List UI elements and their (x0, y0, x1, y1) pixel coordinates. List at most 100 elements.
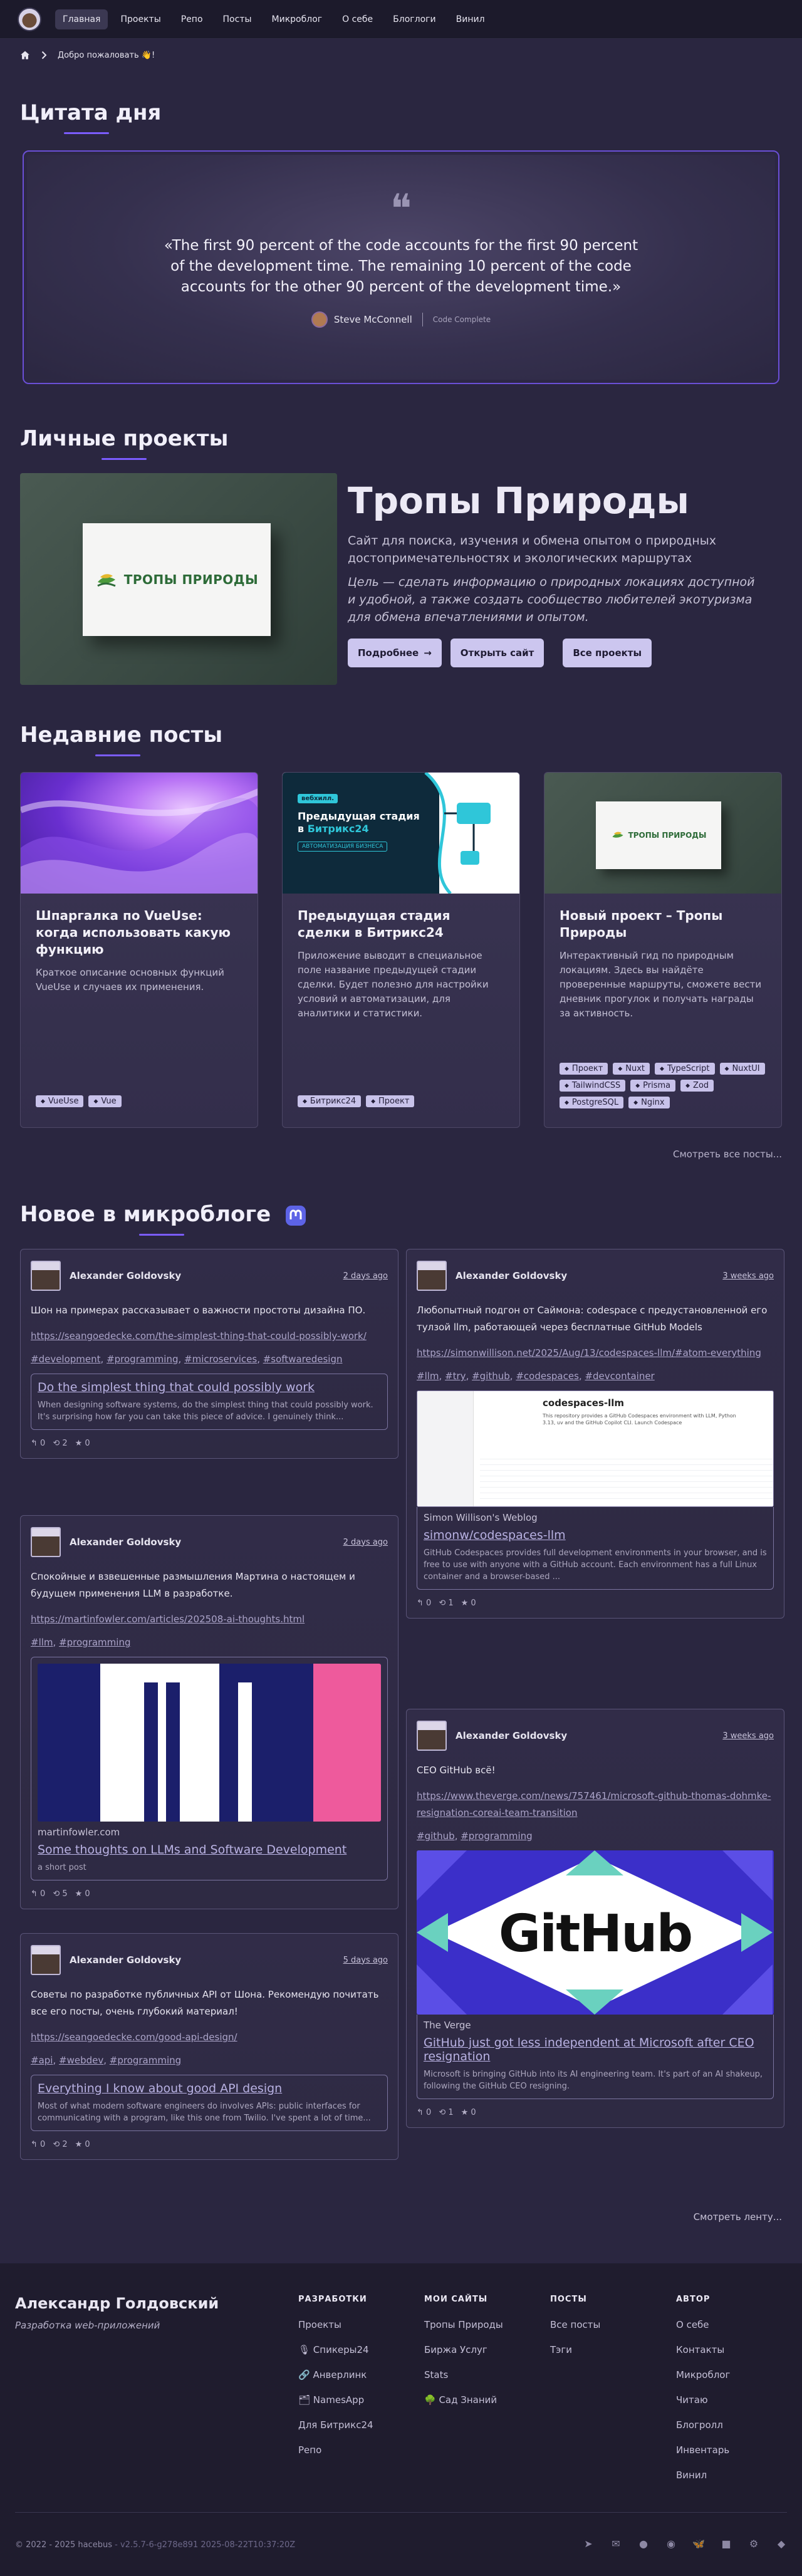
boost-icon[interactable]: ⟲ 1 (439, 1598, 453, 1608)
toot-author[interactable]: Alexander Goldovsky (456, 1730, 714, 1741)
see-feed-link[interactable]: Смотреть ленту... (694, 2211, 782, 2223)
tag[interactable]: NuxtUI (719, 1063, 765, 1075)
vk-icon[interactable]: ■ (719, 2537, 733, 2550)
tag[interactable]: Проект (366, 1095, 415, 1107)
footer-link[interactable]: Биржа Услуг (424, 2344, 503, 2357)
link-preview-card[interactable]: GitHub The Verge GitHub just got less in… (417, 1850, 774, 2099)
toot-link[interactable]: https://seangoedecke.com/good-api-design… (31, 2029, 388, 2046)
preview-title[interactable]: Some thoughts on LLMs and Software Devel… (38, 1843, 381, 1857)
toot-date[interactable]: 2 days ago (343, 1271, 388, 1281)
tag[interactable]: PostgreSQL (560, 1097, 624, 1108)
nav-microblog[interactable]: Микроблог (264, 9, 330, 29)
tag[interactable]: TailwindCSS (560, 1080, 626, 1092)
toot-avatar[interactable] (417, 1261, 447, 1291)
boost-icon[interactable]: ⟲ 1 (439, 2108, 453, 2117)
hashtag[interactable]: #development (31, 1353, 101, 1365)
link-preview-card[interactable]: Do the simplest thing that could possibl… (31, 1374, 388, 1430)
link-preview-card[interactable]: Everything I know about good API design … (31, 2075, 388, 2131)
mail-icon[interactable]: ✉ (609, 2537, 623, 2550)
footer-link[interactable]: Stats (424, 2369, 503, 2382)
tag[interactable]: Vue (88, 1095, 122, 1107)
all-projects-button[interactable]: Все проекты (563, 639, 652, 667)
hashtag[interactable]: #softwaredesign (263, 1353, 343, 1365)
hashtag[interactable]: #webdev (59, 2055, 103, 2066)
footer-link[interactable]: 🔗 Анверлинк (298, 2369, 373, 2382)
preview-title[interactable]: Do the simplest thing that could possibl… (38, 1380, 381, 1394)
toot-author[interactable]: Alexander Goldovsky (70, 1954, 335, 1966)
footer-link[interactable]: Проекты (298, 2319, 373, 2332)
footer-link[interactable]: Винил (676, 2469, 730, 2482)
tag[interactable]: Проект (560, 1063, 608, 1075)
footer-link[interactable]: Контакты (676, 2344, 730, 2357)
star-icon[interactable]: ★ 0 (75, 2140, 90, 2149)
hashtag[interactable]: #microservices (184, 1353, 257, 1365)
tag[interactable]: VueUse (36, 1095, 84, 1107)
github-icon[interactable]: ● (637, 2537, 650, 2550)
toot-link[interactable]: https://www.theverge.com/news/757461/mic… (417, 1788, 774, 1822)
toot-link[interactable]: https://seangoedecke.com/the-simplest-th… (31, 1328, 388, 1345)
star-icon[interactable]: ★ 0 (461, 1598, 476, 1608)
star-icon[interactable]: ★ 0 (461, 2108, 476, 2117)
nav-blogroll[interactable]: Блоглоги (385, 9, 443, 29)
nav-about[interactable]: О себе (335, 9, 380, 29)
toot-avatar[interactable] (31, 1527, 61, 1557)
footer-link[interactable]: 🎙 Спикеры24 (298, 2344, 373, 2357)
home-icon[interactable] (20, 50, 30, 60)
toot-link[interactable]: https://simonwillison.net/2025/Aug/13/co… (417, 1345, 774, 1362)
post-title[interactable]: Шпаргалка по VueUse: когда использовать … (36, 907, 242, 958)
toot-link[interactable]: https://martinfowler.com/articles/202508… (31, 1611, 388, 1628)
footer-link[interactable]: 🗂 NamesApp (298, 2394, 373, 2407)
nav-repo[interactable]: Репо (174, 9, 211, 29)
reply-icon[interactable]: ↰ 0 (417, 1598, 431, 1608)
footer-link[interactable]: О себе (676, 2319, 730, 2332)
post-card[interactable]: ТРОПЫ ПРИРОДЫ Новый проект – Тропы Приро… (544, 772, 782, 1128)
toot-date[interactable]: 2 days ago (343, 1538, 388, 1547)
toot-avatar[interactable] (31, 1261, 61, 1291)
telegram-icon[interactable]: ➤ (581, 2537, 595, 2550)
toot-avatar[interactable] (417, 1721, 447, 1751)
hashtag[interactable]: #programming (461, 1830, 532, 1842)
link-preview-card[interactable]: codespaces-llm This repository provides … (417, 1390, 774, 1590)
mastodon-icon[interactable]: ◉ (664, 2537, 678, 2550)
tag[interactable]: Nginx (628, 1097, 670, 1108)
footer-link[interactable]: Тропы Природы (424, 2319, 503, 2332)
tag[interactable]: Zod (680, 1080, 714, 1092)
nav-home[interactable]: Главная (55, 9, 108, 29)
link-preview-card[interactable]: martinfowler.com Some thoughts on LLMs a… (31, 1657, 388, 1880)
nav-projects[interactable]: Проекты (113, 9, 168, 29)
tag[interactable]: Prisma (630, 1080, 676, 1092)
footer-link[interactable]: Микроблог (676, 2369, 730, 2382)
tag[interactable]: TypeScript (655, 1063, 715, 1075)
hashtag[interactable]: #codespaces (516, 1370, 579, 1382)
reply-icon[interactable]: ↰ 0 (417, 2108, 431, 2117)
post-title[interactable]: Предыдущая стадия сделки в Битрикс24 (298, 907, 504, 941)
tag[interactable]: Nuxt (613, 1063, 650, 1075)
star-icon[interactable]: ★ 0 (75, 1439, 90, 1448)
see-all-posts-link[interactable]: Смотреть все посты... (673, 1149, 782, 1160)
bluesky-icon[interactable]: 🦋 (692, 2537, 706, 2550)
toot-date[interactable]: 5 days ago (343, 1956, 388, 1965)
hashtag[interactable]: #devcontainer (585, 1370, 654, 1382)
toot-author[interactable]: Alexander Goldovsky (70, 1536, 335, 1548)
boost-icon[interactable]: ⟲ 5 (53, 1889, 67, 1899)
telegram-channel-icon[interactable]: ◆ (774, 2537, 788, 2550)
reply-icon[interactable]: ↰ 0 (31, 1439, 45, 1448)
toot-author[interactable]: Alexander Goldovsky (456, 1270, 714, 1281)
toot-date[interactable]: 3 weeks ago (722, 1271, 774, 1281)
hashtag[interactable]: #llm (31, 1637, 53, 1648)
steam-icon[interactable]: ⚙ (747, 2537, 761, 2550)
hashtag[interactable]: #github (417, 1830, 455, 1842)
preview-title[interactable]: simonw/codespaces-llm (424, 1528, 767, 1542)
footer-link[interactable]: Блогролл (676, 2419, 730, 2432)
site-logo-avatar[interactable] (18, 7, 41, 31)
tag[interactable]: Битрикс24 (298, 1095, 362, 1107)
hashtag[interactable]: #programming (59, 1637, 130, 1648)
project-more-button[interactable]: Подробнее → (348, 639, 442, 667)
footer-link[interactable]: Все посты (550, 2319, 600, 2332)
nav-vinyl[interactable]: Винил (449, 9, 492, 29)
footer-link[interactable]: Инвентарь (676, 2444, 730, 2457)
hashtag[interactable]: #programming (107, 1353, 178, 1365)
footer-link[interactable]: 🌳 Сад Знаний (424, 2394, 503, 2407)
toot-author[interactable]: Alexander Goldovsky (70, 1270, 335, 1281)
boost-icon[interactable]: ⟲ 2 (53, 1439, 67, 1448)
